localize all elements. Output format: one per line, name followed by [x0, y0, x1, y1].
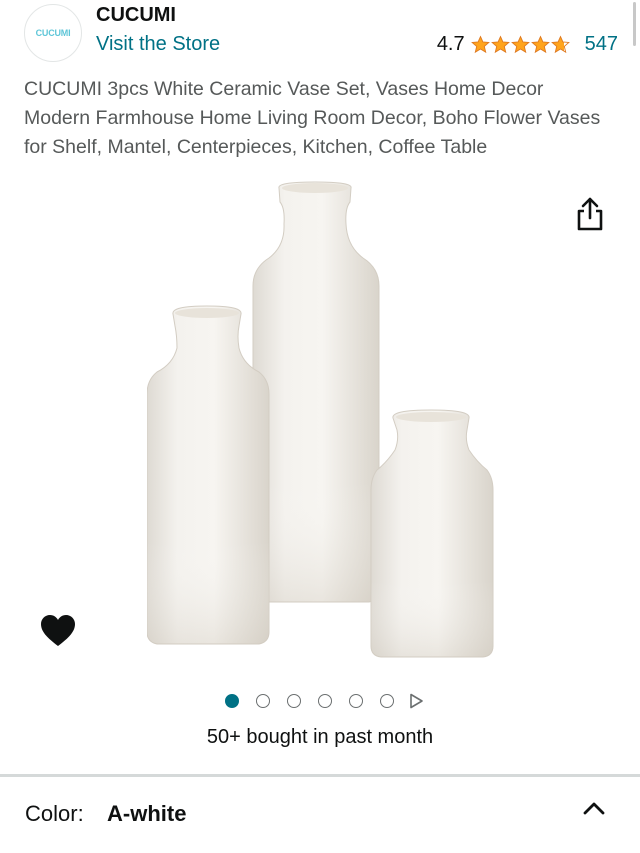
color-selector[interactable]: Color: A-white	[0, 777, 640, 853]
carousel-dot[interactable]	[224, 694, 239, 708]
store-logo[interactable]: CUCUMI	[24, 4, 82, 62]
share-button[interactable]	[574, 196, 606, 232]
star-icon	[530, 35, 550, 54]
rating-count-link[interactable]: 547	[585, 33, 618, 56]
carousel-dot[interactable]	[255, 694, 270, 708]
visit-store-link[interactable]: Visit the Store	[96, 33, 220, 56]
rating-summary[interactable]: 4.7 547	[437, 33, 618, 56]
heart-icon	[41, 615, 75, 646]
product-image[interactable]	[146, 180, 495, 658]
store-logo-text: CUCUMI	[35, 28, 71, 38]
color-value: A-white	[107, 801, 187, 826]
star-icon	[490, 35, 510, 54]
carousel-dot[interactable]	[317, 694, 332, 708]
brand-name[interactable]: CUCUMI	[96, 4, 176, 27]
play-icon[interactable]	[408, 693, 424, 709]
scrollbar[interactable]	[633, 2, 636, 46]
star-icon	[510, 35, 530, 54]
vase-set-illustration	[146, 180, 495, 658]
product-title: CUCUMI 3pcs White Ceramic Vase Set, Vase…	[24, 78, 601, 158]
carousel-dot[interactable]	[286, 694, 301, 708]
wishlist-button[interactable]	[40, 614, 76, 648]
rating-value: 4.7	[436, 33, 465, 55]
bought-in-past-month: 50+ bought in past month	[206, 726, 434, 748]
star-icon	[470, 35, 490, 54]
star-rating	[470, 35, 571, 54]
image-carousel-indicator	[0, 690, 640, 712]
carousel-dot[interactable]	[379, 694, 394, 708]
chevron-up-icon[interactable]	[582, 797, 606, 821]
color-label: Color:	[25, 801, 84, 826]
store-header: CUCUMI CUCUMI Visit the Store 4.7 547	[0, 0, 640, 70]
share-icon	[577, 197, 603, 231]
carousel-dot[interactable]	[348, 694, 363, 708]
star-icon	[550, 35, 570, 54]
